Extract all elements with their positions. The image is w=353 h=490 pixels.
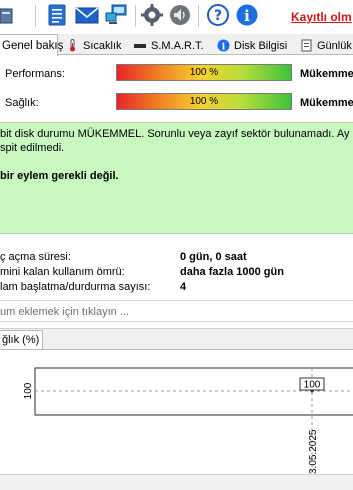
tab-disk-info-label: Disk Bilgisi (234, 39, 288, 52)
note-input[interactable]: um eklemek için tıklayın ... (0, 300, 353, 322)
health-status: Mükemme (300, 97, 353, 109)
log-icon (301, 39, 312, 52)
tab-disk-info[interactable]: i Disk Bilgisi (214, 36, 294, 55)
network-icon[interactable] (104, 3, 128, 27)
status-message-panel: bit disk durumu MÜKEMMEL. Sorunlu veya z… (0, 122, 353, 234)
info-value: 0 gün, 0 saat (180, 251, 247, 263)
status-bar (0, 474, 353, 490)
performance-label: Performans: (5, 68, 65, 80)
data-label: 100 (304, 380, 321, 391)
toolbar: ? i Kayıtlı olm (0, 0, 353, 34)
email-icon[interactable] (75, 3, 99, 27)
info-icon[interactable]: i (235, 3, 259, 27)
svg-text:i: i (244, 7, 250, 25)
status-message-line: bit disk durumu MÜKEMMEL. Sorunlu veya z… (0, 128, 350, 140)
health-bar: 100 % (116, 93, 292, 110)
tab-bar: Genel bakış Sıcaklık S.M.A.R.T. i Disk B… (0, 34, 353, 56)
tab-temperature-label: Sıcaklık (83, 39, 122, 52)
info-label: lam başlatma/durdurma sayısı: (0, 281, 151, 293)
register-link[interactable]: Kayıtlı olm (291, 10, 352, 24)
x-tick-label: 3.05.2025 (308, 429, 319, 474)
y-tick-label: 100 (23, 382, 34, 399)
gear-icon[interactable] (140, 3, 164, 27)
status-message-line: spit edilmedi. (0, 142, 65, 154)
tab-smart[interactable]: S.M.A.R.T. (130, 36, 206, 55)
speaker-icon[interactable] (168, 3, 192, 27)
notepad-icon[interactable] (45, 3, 69, 27)
help-icon[interactable]: ? (206, 3, 230, 27)
action-message: bir eylem gerekli değil. (0, 170, 119, 182)
tab-log-label: Günlük (317, 39, 352, 52)
performance-status: Mükemme (300, 68, 353, 80)
info-label: ç açma süresi: (0, 251, 71, 263)
smart-drive-icon (134, 44, 146, 48)
performance-value: 100 % (189, 67, 219, 78)
note-placeholder: um eklemek için tıklayın ... (0, 306, 129, 318)
drive-icon[interactable] (0, 5, 14, 27)
tab-health-chart[interactable]: ğlık (%) (0, 330, 43, 349)
disk-info-icon: i (217, 39, 230, 52)
chart-panel: 100 100 3.05.2025 (0, 349, 353, 474)
tab-log[interactable]: Günlük (297, 36, 353, 55)
info-label: mini kalan kullanım ömrü: (0, 266, 125, 278)
health-label: Sağlık: (5, 97, 39, 109)
info-value: 4 (180, 281, 187, 293)
thermometer-icon (70, 39, 75, 52)
tab-overview[interactable]: Genel bakış (0, 34, 63, 56)
tab-overview-label: Genel bakış (2, 39, 64, 52)
tab-smart-label: S.M.A.R.T. (151, 39, 204, 52)
health-chart: 100 100 3.05.2025 (23, 367, 353, 474)
performance-bar: 100 % (116, 64, 292, 81)
svg-text:?: ? (214, 8, 222, 24)
info-value: daha fazla 1000 gün (180, 266, 284, 278)
health-value: 100 % (189, 96, 219, 107)
svg-text:i: i (222, 43, 226, 53)
tab-temperature[interactable]: Sıcaklık (63, 36, 129, 55)
